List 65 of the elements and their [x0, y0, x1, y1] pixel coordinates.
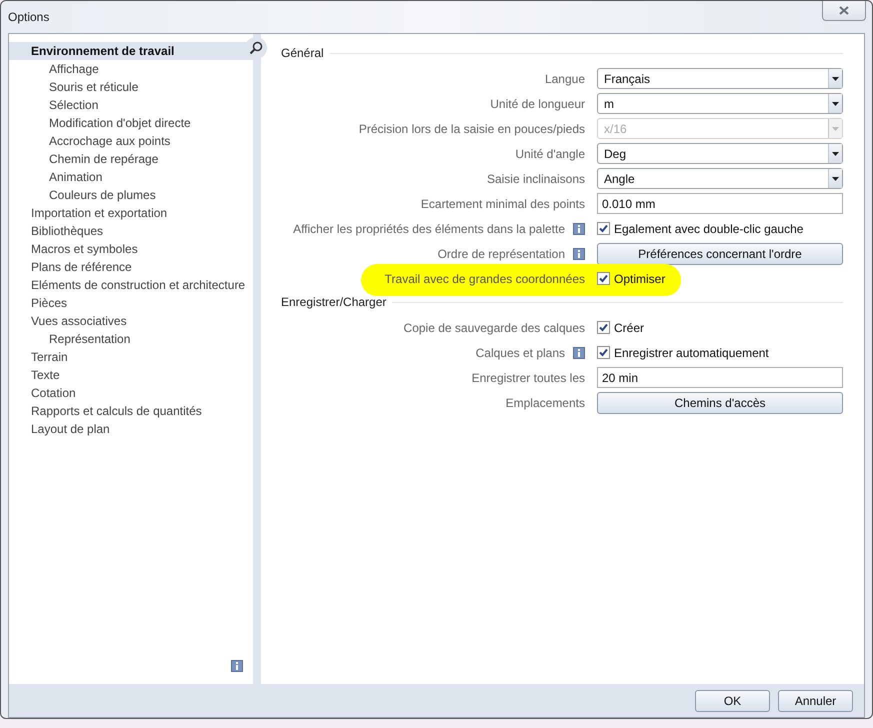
action-button[interactable]: Chemins d'accès — [597, 392, 843, 414]
window-title: Options — [8, 9, 50, 26]
checkbox-label: Créer — [614, 320, 644, 336]
field-label: Précision lors de la saisie en pouces/pieds — [358, 120, 585, 138]
field-label: Calques et plans — [476, 344, 565, 362]
tree-item[interactable]: Affichage — [9, 60, 254, 78]
tree-item[interactable]: Plans de référence — [9, 258, 254, 276]
checkbox[interactable] — [597, 222, 610, 235]
checkbox-label: Egalement avec double-clic gauche — [614, 220, 804, 238]
tree-item[interactable]: Environnement de travail — [9, 42, 254, 60]
tree-item[interactable]: Sélection — [9, 96, 254, 114]
tree-item[interactable]: Rapports et calculs de quantités — [9, 402, 254, 420]
dropdown[interactable]: Deg — [597, 143, 843, 164]
field-label: Enregistrer toutes les — [472, 370, 585, 386]
input-field[interactable]: 0.010 mm — [597, 193, 843, 214]
tree-item[interactable]: Vues associatives — [9, 312, 254, 330]
field-label: Unité d'angle — [515, 146, 585, 162]
field-label: Travail avec de grandes coordonnées — [384, 270, 585, 288]
tree-item[interactable]: Souris et réticule — [9, 78, 254, 96]
dropdown-arrow-icon — [832, 102, 839, 106]
tree-item[interactable]: Animation — [9, 168, 254, 186]
field-label: Copie de sauvegarde des calques — [404, 320, 585, 336]
action-button[interactable]: Préférences concernant l'ordre — [597, 242, 843, 264]
field-label: Afficher les propriétés des éléments dans la palette — [293, 220, 565, 238]
tree-item[interactable]: Texte — [9, 366, 254, 384]
close-button[interactable] — [822, 1, 866, 21]
dropdown-arrow-icon — [832, 76, 839, 80]
dropdown-arrow-icon — [832, 126, 839, 130]
tree-item[interactable]: Modification d'objet directe — [9, 114, 254, 132]
field-label: Ordre de représentation — [438, 246, 565, 262]
search-icon — [249, 41, 264, 55]
checkbox[interactable] — [597, 346, 610, 359]
dropdown[interactable]: Angle — [597, 168, 843, 189]
section-heading: Enregistrer/Charger — [281, 294, 388, 311]
tree-item[interactable]: Macros et symboles — [9, 240, 254, 258]
tree-item[interactable]: Bibliothèques — [9, 222, 254, 240]
tree-item[interactable]: Cotation — [9, 384, 254, 402]
field-label: Ecartement minimal des points — [420, 196, 585, 212]
dropdown-arrow-icon — [832, 176, 839, 180]
tree-item[interactable]: Layout de plan — [9, 420, 254, 438]
tree-item[interactable]: Représentation — [9, 330, 254, 348]
checkbox[interactable] — [597, 272, 610, 285]
dialog-button[interactable]: Annuler — [778, 690, 853, 712]
field-label: Unité de longueur — [490, 96, 585, 112]
section-heading: Général — [281, 45, 325, 62]
dialog-button[interactable]: OK — [695, 690, 770, 712]
dropdown[interactable]: Français — [597, 68, 843, 89]
close-icon — [839, 6, 849, 15]
tree-item[interactable]: Accrochage aux points — [9, 132, 254, 150]
tree-item[interactable]: Terrain — [9, 348, 254, 366]
field-label: Langue — [544, 70, 585, 88]
checkbox[interactable] — [597, 321, 610, 334]
checkbox-label: Enregistrer automatiquement — [614, 344, 769, 362]
tree-item[interactable]: Importation et exportation — [9, 204, 254, 222]
field-label: Emplacements — [506, 394, 585, 412]
dropdown[interactable]: m — [597, 93, 843, 114]
tree-item[interactable]: Couleurs de plumes — [9, 186, 254, 204]
checkbox-label: Optimiser — [614, 270, 666, 288]
tree-item[interactable]: Chemin de repérage — [9, 150, 254, 168]
input-field[interactable]: 20 min — [597, 367, 843, 388]
tree-item[interactable]: Eléments de construction et architecture — [9, 276, 254, 294]
field-label: Saisie inclinaisons — [486, 170, 585, 188]
info-icon — [231, 660, 244, 672]
dropdown-arrow-icon — [832, 152, 839, 156]
tree-item[interactable]: Pièces — [9, 294, 254, 312]
